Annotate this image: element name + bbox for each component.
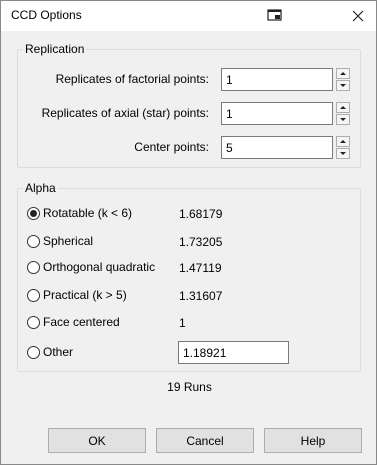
radio-button[interactable] <box>27 207 40 220</box>
factorial-replicates-spinner[interactable] <box>336 68 350 91</box>
arrow-down-icon <box>340 84 346 87</box>
alpha-option-label: Rotatable (k < 6) <box>43 206 133 220</box>
alpha-value-face-centered: 1 <box>179 316 186 330</box>
center-points-field[interactable] <box>221 136 333 159</box>
factorial-replicates-field[interactable] <box>221 68 333 91</box>
radio-button[interactable] <box>27 235 40 248</box>
runs-count: 19 Runs <box>167 380 212 394</box>
alpha-option-label: Other <box>43 345 74 359</box>
radio-button[interactable] <box>27 261 40 274</box>
replication-group-label: Replication <box>23 42 87 56</box>
alpha-option-label: Orthogonal quadratic <box>43 260 156 274</box>
alpha-value-practical: 1.31607 <box>179 289 223 303</box>
spin-down-button[interactable] <box>336 80 350 91</box>
alpha-option-label: Spherical <box>43 234 94 248</box>
arrow-up-icon <box>340 140 346 143</box>
title-bar: CCD Options <box>1 1 376 31</box>
axial-replicates-spinner[interactable] <box>336 102 350 125</box>
cancel-button[interactable]: Cancel <box>156 428 254 453</box>
window-icon[interactable] <box>267 8 283 22</box>
spin-down-button[interactable] <box>336 148 350 159</box>
arrow-down-icon <box>340 152 346 155</box>
spin-down-button[interactable] <box>336 114 350 125</box>
alpha-value-spherical: 1.73205 <box>179 235 223 249</box>
radio-button[interactable] <box>27 316 40 329</box>
spin-up-button[interactable] <box>336 102 350 113</box>
radio-button[interactable] <box>27 346 40 359</box>
arrow-down-icon <box>340 118 346 121</box>
spin-up-button[interactable] <box>336 68 350 79</box>
axial-replicates-field[interactable] <box>221 102 333 125</box>
alpha-option-label: Face centered <box>43 315 120 329</box>
alpha-option-label: Practical (k > 5) <box>43 288 127 302</box>
ok-button[interactable]: OK <box>48 428 146 453</box>
ccd-options-dialog: CCD Options Replication Replicates of fa… <box>0 0 377 465</box>
close-icon[interactable] <box>339 1 376 31</box>
alpha-value-orthogonal-quadratic: 1.47119 <box>179 261 222 275</box>
alpha-group-label: Alpha <box>23 181 58 195</box>
radio-button[interactable] <box>27 289 40 302</box>
arrow-up-icon <box>340 72 346 75</box>
dialog-title: CCD Options <box>11 8 82 22</box>
axial-replicates-label: Replicates of axial (star) points: <box>41 106 209 120</box>
alpha-other-field[interactable] <box>178 341 289 364</box>
spin-up-button[interactable] <box>336 136 350 147</box>
factorial-replicates-label: Replicates of factorial points: <box>55 72 209 86</box>
help-button[interactable]: Help <box>264 428 362 453</box>
alpha-value-rotatable: 1.68179 <box>179 207 223 221</box>
arrow-up-icon <box>340 106 346 109</box>
center-points-label: Center points: <box>134 140 209 154</box>
center-points-spinner[interactable] <box>336 136 350 159</box>
